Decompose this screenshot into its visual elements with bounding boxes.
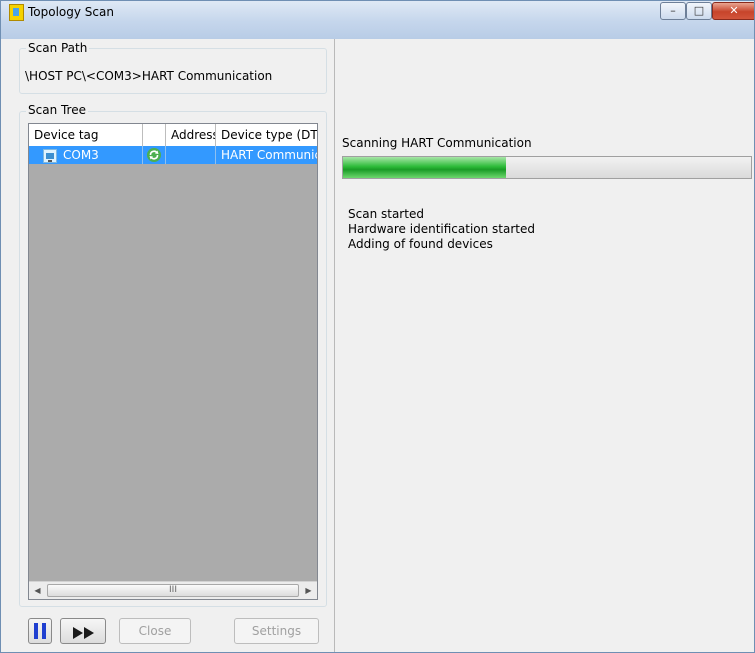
scroll-thumb[interactable]: III [47, 584, 299, 597]
minimize-button[interactable]: – [660, 2, 686, 20]
progress-fill [343, 157, 507, 178]
close-window-button[interactable]: ✕ [712, 2, 754, 20]
column-device-type[interactable]: Device type (DTM [216, 124, 317, 146]
pause-button[interactable] [28, 618, 52, 644]
cell-device-tag: COM3 [29, 146, 143, 164]
grid-header: Device tag Address Device type (DTM [29, 124, 317, 147]
log-line: Adding of found devices [348, 237, 493, 251]
column-status[interactable] [143, 124, 166, 146]
column-device-tag[interactable]: Device tag [29, 124, 143, 146]
fast-forward-icon [72, 624, 96, 648]
scan-progress-bar [342, 156, 752, 179]
column-address[interactable]: Address [166, 124, 216, 146]
app-icon [9, 4, 24, 21]
scan-path-label: Scan Path [26, 41, 90, 55]
cell-device-type: HART Communic [221, 148, 318, 162]
maximize-button[interactable]: □ [686, 2, 712, 20]
horizontal-scrollbar[interactable]: ◀ III ▶ [29, 581, 317, 599]
scroll-right-icon[interactable]: ▶ [300, 582, 317, 599]
pause-icon [32, 622, 48, 648]
device-com-icon [43, 148, 57, 163]
scan-path-value: \HOST PC\<COM3>HART Communication [25, 69, 273, 83]
scroll-left-icon[interactable]: ◀ [29, 582, 46, 599]
scan-log: Scan started Hardware identification sta… [348, 207, 535, 252]
settings-button[interactable]: Settings [234, 618, 319, 644]
scan-status-label: Scanning HART Communication [342, 136, 532, 150]
device-tag-text: COM3 [63, 148, 99, 162]
cell-address [166, 146, 216, 164]
log-line: Hardware identification started [348, 222, 535, 236]
resume-button[interactable] [60, 618, 106, 644]
close-button[interactable]: Close [119, 618, 191, 644]
scan-tree-grid[interactable]: Device tag Address Device type (DTM COM3 [28, 123, 318, 600]
cell-status [143, 146, 166, 164]
scan-tree-label: Scan Tree [26, 103, 88, 117]
topology-scan-window: Topology Scan – □ ✕ Scan Path \HOST PC\<… [0, 0, 755, 653]
title-bar: Topology Scan – □ ✕ [1, 1, 754, 39]
table-row[interactable]: COM3 HART Communic [29, 146, 318, 164]
window-title: Topology Scan [28, 5, 114, 19]
scan-refresh-icon [146, 147, 162, 164]
log-line: Scan started [348, 207, 424, 221]
scan-progress-panel: Scanning HART Communication Scan started… [335, 39, 754, 652]
